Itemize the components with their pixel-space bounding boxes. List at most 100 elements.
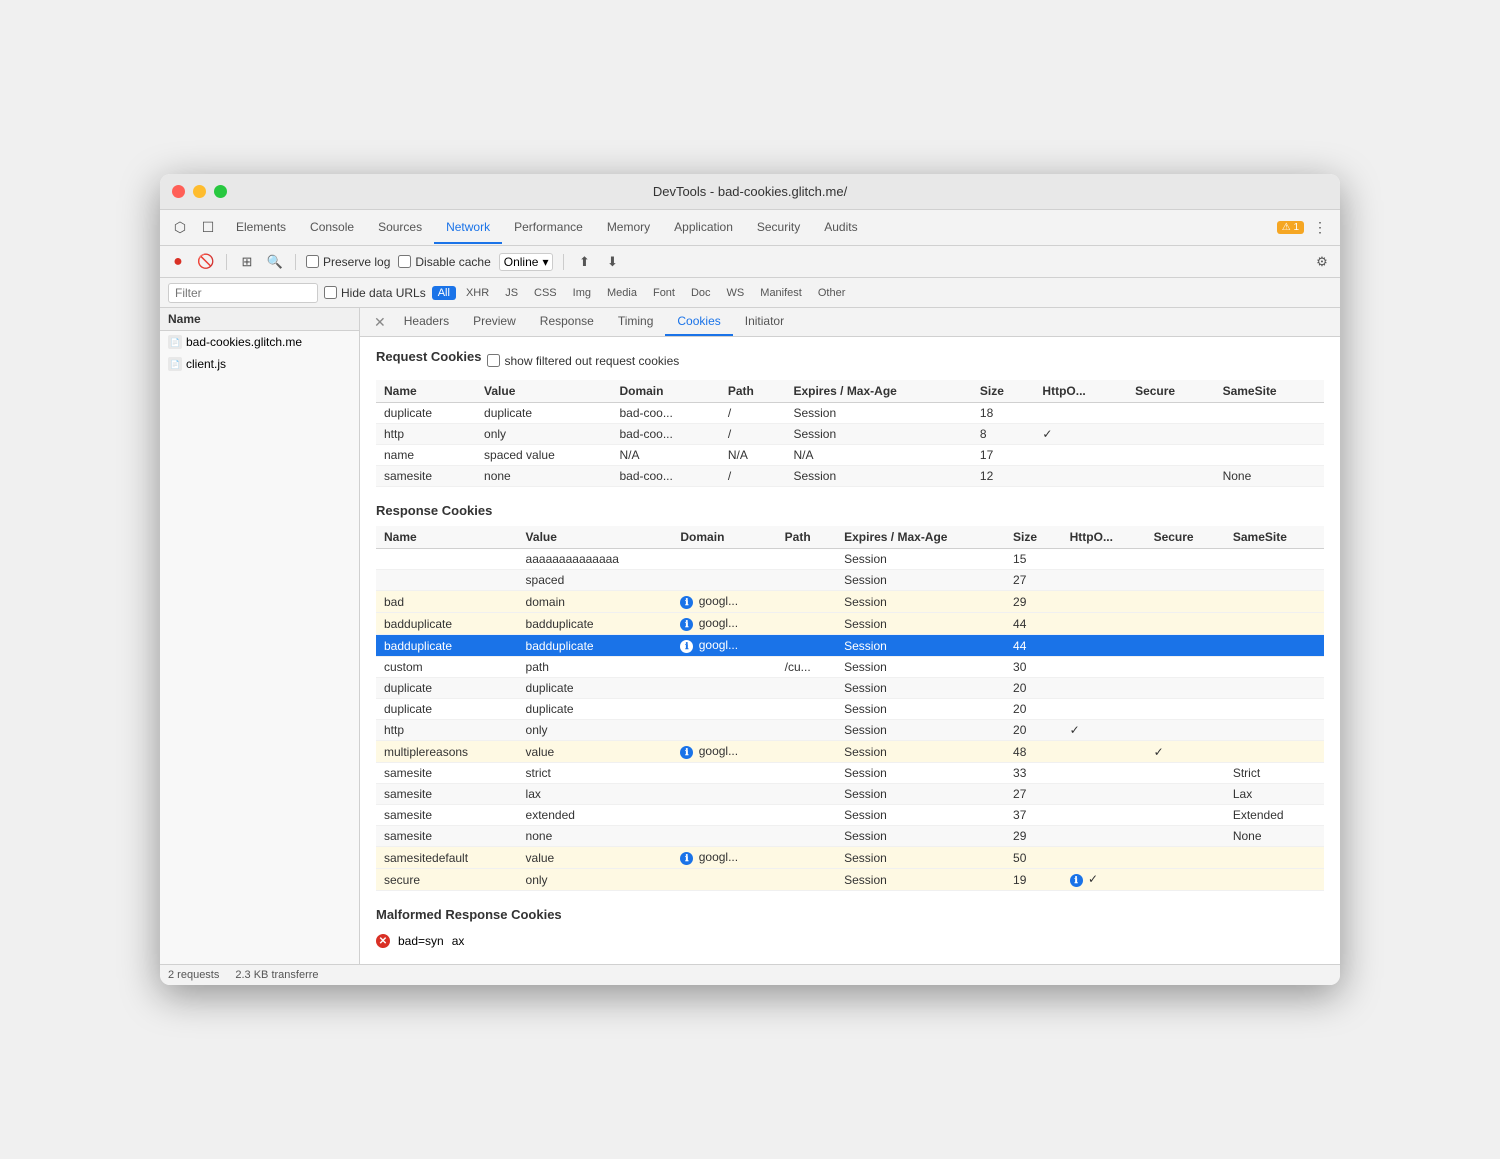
cell-name: samesite	[376, 784, 518, 805]
cell-value: badduplicate	[518, 613, 673, 635]
table-row[interactable]: duplicate duplicate bad-coo... / Session…	[376, 403, 1324, 424]
table-row[interactable]: http only bad-coo... / Session 8 ✓	[376, 424, 1324, 445]
settings-icon[interactable]: ⚙	[1312, 252, 1332, 272]
table-row[interactable]: samesite none bad-coo... / Session 12 No…	[376, 466, 1324, 487]
maximize-button[interactable]	[214, 185, 227, 198]
show-filtered-label[interactable]: show filtered out request cookies	[487, 354, 679, 368]
cell-samesite	[1225, 869, 1324, 891]
cell-domain: bad-coo...	[611, 466, 719, 487]
table-row[interactable]: http only Session 20 ✓	[376, 720, 1324, 741]
table-row[interactable]: samesite extended Session 37 Extended	[376, 805, 1324, 826]
cell-domain	[672, 699, 776, 720]
cell-httpo	[1062, 741, 1146, 763]
cell-domain	[672, 826, 776, 847]
record-button[interactable]: ●	[168, 252, 188, 272]
tab-response[interactable]: Response	[528, 308, 606, 336]
table-row[interactable]: bad domain ℹ googl... Session 29	[376, 591, 1324, 613]
upload-icon[interactable]: ⬆	[574, 252, 594, 272]
mobile-icon[interactable]: ☐	[196, 216, 220, 240]
tab-elements[interactable]: Elements	[224, 212, 298, 244]
table-row[interactable]: name spaced value N/A N/A N/A 17	[376, 445, 1324, 466]
cell-value: duplicate	[476, 403, 611, 424]
cell-name: duplicate	[376, 403, 476, 424]
tab-application[interactable]: Application	[662, 212, 745, 244]
search-icon[interactable]: 🔍	[265, 252, 285, 272]
cell-domain	[672, 805, 776, 826]
tab-cookies[interactable]: Cookies	[665, 308, 732, 336]
table-row[interactable]: custom path /cu... Session 30	[376, 657, 1324, 678]
tab-timing[interactable]: Timing	[606, 308, 666, 336]
table-row[interactable]: secure only Session 19 ℹ ✓	[376, 869, 1324, 891]
table-row[interactable]: samesite lax Session 27 Lax	[376, 784, 1324, 805]
table-row[interactable]: badduplicate badduplicate ℹ googl... Ses…	[376, 635, 1324, 657]
cell-expires: N/A	[785, 445, 971, 466]
cell-secure	[1146, 763, 1225, 784]
tab-console[interactable]: Console	[298, 212, 366, 244]
table-row[interactable]: samesite none Session 29 None	[376, 826, 1324, 847]
tab-headers[interactable]: Headers	[392, 308, 461, 336]
chevron-down-icon: ▾	[542, 255, 548, 269]
filter-type-doc[interactable]: Doc	[685, 286, 717, 300]
tab-network[interactable]: Network	[434, 212, 502, 244]
filter-type-ws[interactable]: WS	[721, 286, 751, 300]
table-row[interactable]: badduplicate badduplicate ℹ googl... Ses…	[376, 613, 1324, 635]
tab-performance[interactable]: Performance	[502, 212, 595, 244]
titlebar: DevTools - bad-cookies.glitch.me/	[160, 174, 1340, 210]
sidebar-item-page[interactable]: 📄 bad-cookies.glitch.me	[160, 331, 359, 353]
tab-audits[interactable]: Audits	[812, 212, 869, 244]
disable-cache-checkbox[interactable]	[398, 255, 411, 268]
cell-path	[777, 613, 836, 635]
cursor-icon[interactable]: ⬡	[168, 216, 192, 240]
clear-button[interactable]: 🚫	[196, 252, 216, 272]
filter-type-img[interactable]: Img	[567, 286, 597, 300]
tab-initiator[interactable]: Initiator	[733, 308, 796, 336]
table-row[interactable]: samesitedefault value ℹ googl... Session…	[376, 847, 1324, 869]
cell-value: badduplicate	[518, 635, 673, 657]
cell-samesite	[1225, 591, 1324, 613]
content-panel: ✕ Headers Preview Response Timing Cookie…	[360, 308, 1340, 964]
filter-input[interactable]	[168, 283, 318, 303]
download-icon[interactable]: ⬇	[602, 252, 622, 272]
cell-value: spaced	[518, 570, 673, 591]
cell-name: custom	[376, 657, 518, 678]
tab-sources[interactable]: Sources	[366, 212, 434, 244]
sidebar-item-client-js[interactable]: 📄 client.js	[160, 353, 359, 375]
tab-security[interactable]: Security	[745, 212, 812, 244]
filter-type-font[interactable]: Font	[647, 286, 681, 300]
filter-type-all[interactable]: All	[432, 286, 456, 300]
col-secure: Secure	[1127, 380, 1215, 403]
filter-type-xhr[interactable]: XHR	[460, 286, 495, 300]
table-row[interactable]: multiplereasons value ℹ googl... Session…	[376, 741, 1324, 763]
network-throttle-select[interactable]: Online ▾	[499, 253, 554, 271]
preserve-log-checkbox[interactable]	[306, 255, 319, 268]
table-row[interactable]: duplicate duplicate Session 20	[376, 699, 1324, 720]
filter-type-media[interactable]: Media	[601, 286, 643, 300]
main-nav-tabs: Elements Console Sources Network Perform…	[224, 212, 1269, 244]
minimize-button[interactable]	[193, 185, 206, 198]
filter-type-other[interactable]: Other	[812, 286, 852, 300]
disable-cache-label[interactable]: Disable cache	[398, 255, 490, 269]
filter-type-manifest[interactable]: Manifest	[754, 286, 808, 300]
show-filtered-checkbox[interactable]	[487, 354, 500, 367]
hide-data-urls-checkbox[interactable]	[324, 286, 337, 299]
table-row[interactable]: duplicate duplicate Session 20	[376, 678, 1324, 699]
tab-memory[interactable]: Memory	[595, 212, 662, 244]
filter-icon[interactable]: ⊞	[237, 252, 257, 272]
tab-preview[interactable]: Preview	[461, 308, 528, 336]
filter-type-js[interactable]: JS	[499, 286, 524, 300]
close-detail-icon[interactable]: ✕	[368, 308, 392, 336]
table-row[interactable]: aaaaaaaaaaaaaa Session 15	[376, 549, 1324, 570]
cell-path	[777, 549, 836, 570]
more-options-icon[interactable]: ⋮	[1308, 216, 1332, 240]
preserve-log-label[interactable]: Preserve log	[306, 255, 390, 269]
hide-data-urls-label[interactable]: Hide data URLs	[324, 286, 426, 300]
cell-secure	[1127, 424, 1215, 445]
cell-samesite	[1225, 720, 1324, 741]
close-button[interactable]	[172, 185, 185, 198]
filter-type-css[interactable]: CSS	[528, 286, 563, 300]
table-row[interactable]: spaced Session 27	[376, 570, 1324, 591]
cell-domain	[672, 570, 776, 591]
table-row[interactable]: samesite strict Session 33 Strict	[376, 763, 1324, 784]
cell-path	[777, 570, 836, 591]
cell-samesite	[1225, 657, 1324, 678]
